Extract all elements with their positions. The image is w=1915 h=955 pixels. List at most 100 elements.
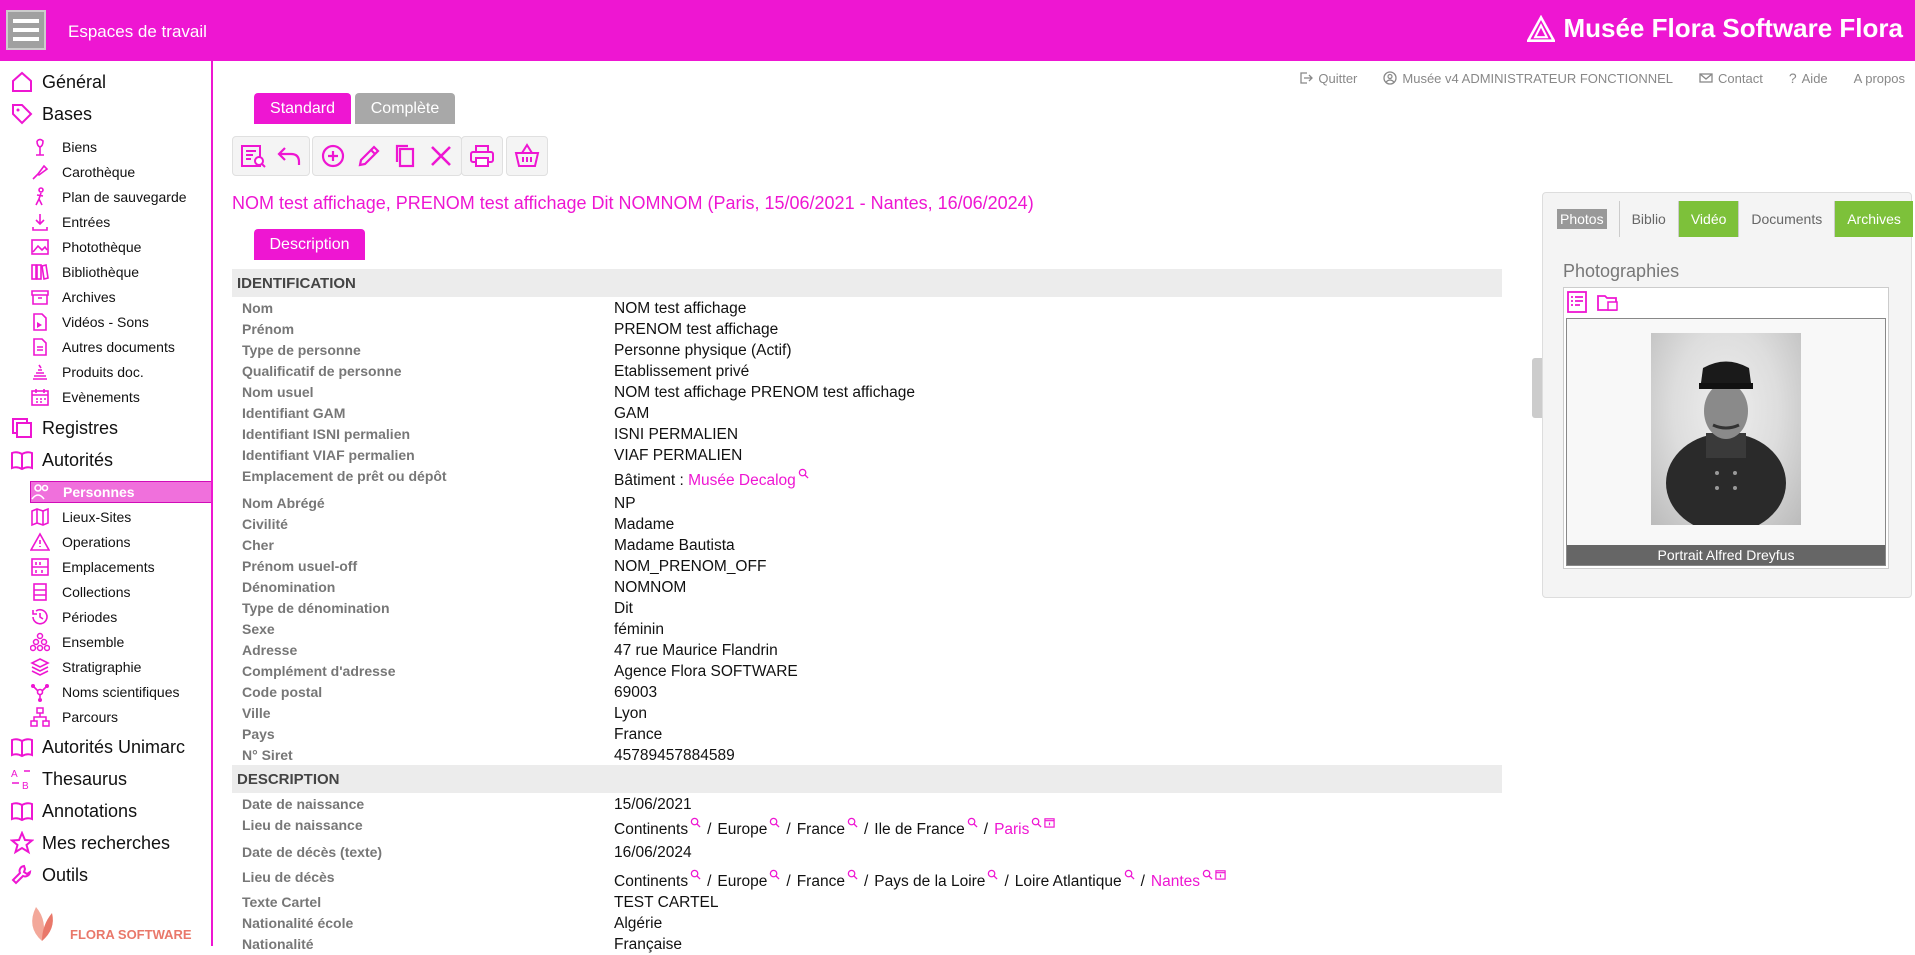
sidebar-item-archives[interactable]: Archives: [30, 286, 211, 308]
search-icon[interactable]: [690, 817, 701, 828]
pen-nib-icon: [32, 164, 49, 180]
list-search-icon[interactable]: [239, 142, 267, 170]
sidebar-item-bibliotheque[interactable]: Bibliothèque: [30, 261, 211, 283]
photo-thumbnail[interactable]: Portrait Alfred Dreyfus: [1566, 318, 1886, 566]
tab-standard[interactable]: Standard: [254, 93, 351, 124]
field-label: Complément d'adresse: [242, 663, 396, 679]
sidebar-item-label: Biens: [62, 139, 98, 155]
workspace-label[interactable]: Espaces de travail: [68, 22, 207, 42]
media-tabs: Photos Biblio Vidéo Documents Archives: [1545, 201, 1913, 237]
sidebar-item-annotations[interactable]: Annotations: [10, 798, 137, 824]
basket-icon[interactable]: [513, 142, 541, 170]
delete-icon[interactable]: [427, 142, 455, 170]
sidebar-item-plan-sauvegarde[interactable]: Plan de sauvegarde: [30, 186, 211, 208]
sidebar-item-carotheque[interactable]: Carothèque: [30, 161, 211, 183]
user-circle-icon: [1383, 71, 1398, 85]
field-label: Dénomination: [242, 579, 336, 595]
location-link[interactable]: Musée Decalog: [688, 472, 796, 489]
sidebar-item-evenements[interactable]: Evènements: [30, 386, 211, 408]
sidebar-item-noms-scientifiques[interactable]: Noms scientifiques: [30, 681, 211, 703]
sidebar-item-autorites[interactable]: Autorités: [10, 447, 113, 473]
sidebar-item-biens[interactable]: Biens: [30, 136, 211, 158]
sidebar-item-personnes[interactable]: Personnes: [30, 481, 211, 503]
sidebar-item-thesaurus[interactable]: AB Thesaurus: [10, 766, 127, 792]
search-icon[interactable]: [690, 869, 701, 880]
tab-description[interactable]: Description: [254, 229, 365, 260]
place-link[interactable]: Paris: [994, 821, 1029, 838]
field-row: Type de personne Personne physique (Actif…: [242, 340, 1502, 361]
quit-link[interactable]: Quitter: [1299, 70, 1357, 86]
download-icon: [32, 214, 48, 231]
sidebar-item-outils[interactable]: Outils: [10, 862, 88, 888]
open-window-icon[interactable]: [1044, 817, 1056, 828]
field-value: Bâtiment : Musée Decalog: [614, 468, 809, 490]
user-link[interactable]: Musée v4 ADMINISTRATEUR FONCTIONNEL: [1383, 70, 1673, 86]
folder-image-icon[interactable]: [1596, 290, 1620, 314]
copy-icon[interactable]: [391, 142, 419, 170]
sidebar-item-ensemble[interactable]: Ensemble: [30, 631, 211, 653]
search-icon[interactable]: [847, 817, 858, 828]
search-icon[interactable]: [1031, 817, 1042, 828]
search-icon[interactable]: [769, 869, 780, 880]
sidebar-item-periodes[interactable]: Périodes: [30, 606, 211, 628]
sidebar-item-lieux-sites[interactable]: Lieux-Sites: [30, 506, 211, 528]
sidebar-item-label: Noms scientifiques: [62, 684, 180, 700]
search-icon[interactable]: [798, 468, 809, 479]
field-row: Nom NOM test affichage: [242, 298, 1502, 319]
sidebar-item-operations[interactable]: Operations: [30, 531, 211, 553]
sidebar-item-videos-sons[interactable]: Vidéos - Sons: [30, 311, 211, 333]
field-row: Emplacement de prêt ou dépôt Bâtiment : M…: [242, 466, 1502, 490]
panel-collapse-handle[interactable]: [1532, 358, 1542, 418]
search-icon[interactable]: [1202, 869, 1213, 880]
search-icon[interactable]: [1124, 869, 1135, 880]
sidebar-item-entrees[interactable]: Entrées: [30, 211, 211, 233]
list-view-icon[interactable]: [1566, 290, 1590, 314]
field-value: NOMNOM: [614, 579, 687, 596]
sidebar-item-phototheque[interactable]: Photothèque: [30, 236, 211, 258]
tab-photos[interactable]: Photos: [1545, 201, 1620, 237]
sidebar-item-autres-documents[interactable]: Autres documents: [30, 336, 211, 358]
wrench-icon: [11, 864, 32, 885]
contact-link[interactable]: Contact: [1699, 70, 1763, 86]
sidebar-item-label: Entrées: [62, 214, 111, 230]
path-segment: Europe: [717, 873, 768, 891]
print-icon[interactable]: [468, 142, 496, 170]
add-circle-icon[interactable]: [319, 142, 347, 170]
portrait-photo: [1651, 333, 1801, 533]
toolbar-group-nav: [232, 136, 310, 176]
tab-biblio[interactable]: Biblio: [1620, 201, 1679, 237]
field-row: Cher Madame Bautista: [242, 535, 1502, 556]
open-window-icon[interactable]: [1215, 869, 1226, 880]
sidebar-item-label: Thesaurus: [42, 768, 128, 789]
sidebar-item-emplacements[interactable]: Emplacements: [30, 556, 211, 578]
tab-video[interactable]: Vidéo: [1678, 201, 1740, 237]
tab-documents[interactable]: Documents: [1739, 201, 1836, 237]
sidebar-item-produits-doc[interactable]: Produits doc.: [30, 361, 211, 383]
search-icon[interactable]: [847, 869, 858, 880]
walking-person-icon: [35, 187, 44, 206]
search-icon[interactable]: [769, 817, 780, 828]
pencil-icon[interactable]: [355, 142, 383, 170]
persons-icon: [31, 484, 49, 500]
undo-icon[interactable]: [275, 142, 303, 170]
sidebar-item-bases[interactable]: Bases: [10, 101, 92, 127]
sidebar-item-mes-recherches[interactable]: Mes recherches: [10, 830, 170, 856]
hamburger-menu-button[interactable]: [6, 10, 46, 50]
sidebar-item-collections[interactable]: Collections: [30, 581, 211, 603]
sidebar-item-parcours[interactable]: Parcours: [30, 706, 211, 728]
sidebar-item-registres[interactable]: Registres: [10, 415, 118, 441]
about-link[interactable]: A propos: [1854, 70, 1905, 86]
image-icon: [31, 239, 49, 255]
sidebar-item-stratigraphie[interactable]: Stratigraphie: [30, 656, 211, 678]
sidebar-item-general[interactable]: Général: [10, 69, 106, 95]
search-icon[interactable]: [987, 869, 998, 880]
field-row: Prénom PRENOM test affichage: [242, 319, 1502, 340]
path-segment: Europe: [717, 821, 768, 839]
sidebar-item-autorites-unimarc[interactable]: Autorités Unimarc: [10, 734, 185, 760]
tab-archives[interactable]: Archives: [1835, 201, 1913, 237]
help-link[interactable]: ? Aide: [1789, 70, 1828, 86]
place-link[interactable]: Nantes: [1151, 873, 1200, 890]
logo-text: FLORA SOFTWARE: [70, 927, 192, 942]
tab-complete[interactable]: Complète: [355, 93, 455, 124]
search-icon[interactable]: [967, 817, 978, 828]
